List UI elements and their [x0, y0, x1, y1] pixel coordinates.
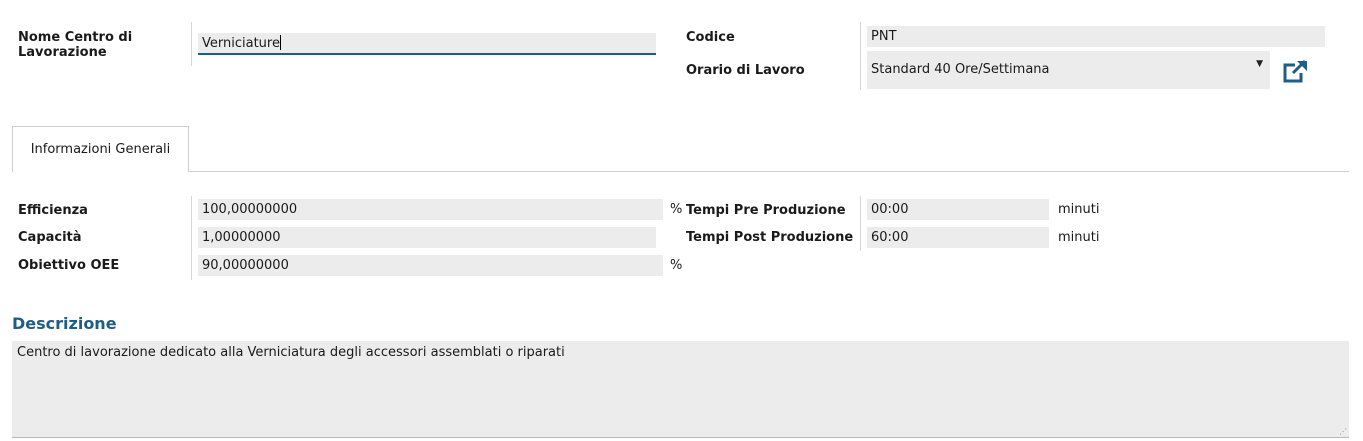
pre-production-unit: minuti [1058, 202, 1100, 217]
post-production-label: Tempi Post Produzione [686, 230, 854, 245]
schedule-label: Orario di Lavoro [686, 63, 805, 78]
efficiency-unit: % [670, 202, 683, 217]
code-value: PNT [871, 29, 897, 44]
oee-unit: % [670, 258, 683, 273]
post-production-value: 60:00 [871, 230, 909, 245]
divider [191, 196, 192, 280]
work-center-name-label: Nome Centro di Lavorazione [18, 30, 133, 60]
divider [191, 22, 192, 66]
efficiency-value: 100,00000000 [202, 202, 298, 217]
schedule-value: Standard 40 Ore/Settimana [871, 62, 1050, 77]
description-textarea[interactable]: Centro di lavorazione dedicato alla Vern… [12, 341, 1349, 438]
work-center-name-value: Verniciature [202, 36, 280, 51]
work-center-name-input[interactable]: Verniciature [198, 33, 656, 55]
schedule-select[interactable]: Standard 40 Ore/Settimana ▼ [867, 51, 1270, 89]
pre-production-value: 00:00 [871, 202, 909, 217]
text-caret [279, 35, 281, 50]
divider [860, 22, 861, 90]
pre-production-label: Tempi Pre Produzione [686, 203, 846, 218]
caret-down-icon: ▼ [1256, 59, 1263, 69]
post-production-field[interactable]: 60:00 [867, 227, 1049, 248]
resize-grip-icon[interactable]: ⋰ [1339, 428, 1347, 436]
tab-bar-line [12, 171, 1349, 172]
capacity-value: 1,00000000 [202, 230, 281, 245]
oee-field[interactable]: 90,00000000 [198, 255, 663, 276]
efficiency-field[interactable]: 100,00000000 [198, 199, 663, 220]
oee-value: 90,00000000 [202, 258, 289, 273]
divider [860, 196, 861, 251]
code-label: Codice [686, 30, 735, 45]
capacity-label: Capacità [18, 230, 82, 245]
oee-label: Obiettivo OEE [18, 258, 120, 273]
tab-label: Informazioni Generali [30, 142, 171, 157]
capacity-field[interactable]: 1,00000000 [198, 227, 656, 248]
external-link-icon[interactable] [1283, 59, 1309, 83]
code-field[interactable]: PNT [867, 26, 1325, 47]
pre-production-field[interactable]: 00:00 [867, 199, 1049, 220]
tab-informazioni-generali[interactable]: Informazioni Generali [12, 126, 189, 172]
description-text: Centro di lavorazione dedicato alla Vern… [17, 345, 565, 360]
efficiency-label: Efficienza [18, 203, 88, 218]
description-title: Descrizione [12, 314, 117, 333]
post-production-unit: minuti [1058, 230, 1100, 245]
